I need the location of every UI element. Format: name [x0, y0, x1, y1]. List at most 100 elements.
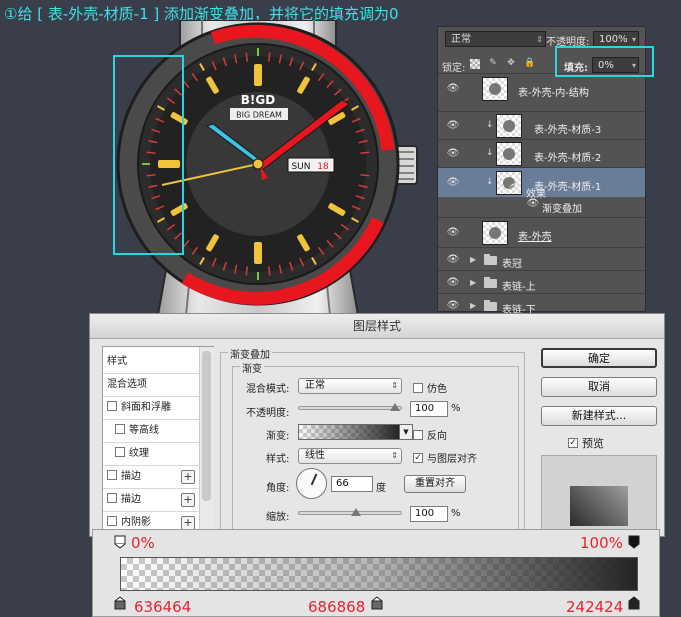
scale-input[interactable]: 100	[410, 506, 448, 522]
preview-box[interactable]: ✓	[568, 438, 578, 448]
cancel-button[interactable]: 取消	[541, 377, 657, 397]
brand-logo: B!GD	[241, 93, 275, 107]
minute-tick	[360, 174, 370, 177]
style-list-label: 内阴影	[121, 517, 151, 528]
align-checkbox[interactable]: ✓ 与图层对齐	[413, 450, 477, 465]
scale-slider-thumb[interactable]	[351, 508, 361, 516]
gradient-bar[interactable]	[120, 557, 638, 591]
layer-thumbnail	[482, 77, 508, 101]
opacity-field[interactable]: 100% ▾	[593, 31, 639, 47]
layer-name: 表链-上	[502, 282, 536, 293]
style-list-label: 描边	[121, 494, 141, 505]
expand-arrow-icon[interactable]: ▶	[470, 301, 476, 310]
layer-thumbnail	[482, 221, 508, 245]
style-list-item[interactable]: 描边 +	[103, 466, 199, 489]
move-icon[interactable]: ✥	[506, 58, 516, 68]
date-window: 18	[317, 162, 329, 172]
ok-button[interactable]: 确定	[541, 348, 657, 368]
hour-marker	[254, 242, 262, 264]
lock-icon[interactable]: 🔒	[524, 58, 535, 68]
dither-checkbox[interactable]: 仿色	[413, 380, 447, 395]
layer-row[interactable]: 👁 ↓ 表-外壳-材质-2	[438, 139, 645, 167]
layer-row[interactable]: 👁 ▶ 表链-上	[438, 270, 645, 293]
effects-eye-icon[interactable]: 👁	[508, 183, 522, 194]
style-label: 样式:	[266, 454, 290, 465]
opacity-stop-right[interactable]	[628, 535, 640, 549]
gradient-swatch[interactable]	[298, 424, 400, 440]
visibility-eye-icon[interactable]: 👁	[446, 300, 460, 311]
gradient-style-select[interactable]: 线性 ⇕	[298, 448, 402, 464]
style-list-item[interactable]: 斜面和浮雕	[103, 397, 199, 420]
scale-slider-track[interactable]	[298, 511, 402, 515]
add-icon[interactable]: +	[181, 516, 195, 530]
style-list-item[interactable]: 等高线	[103, 420, 199, 443]
expand-arrow-icon[interactable]: ▶	[470, 278, 476, 287]
visibility-eye-icon[interactable]: 👁	[446, 277, 460, 288]
style-checkbox[interactable]	[115, 424, 125, 434]
minute-tick	[268, 266, 271, 276]
angle-input[interactable]: 66	[331, 476, 373, 492]
layer-row[interactable]: 👁 表-外壳	[438, 217, 645, 247]
add-icon[interactable]: +	[181, 470, 195, 484]
styles-list: 样式 混合选项 斜面和浮雕 等高线 纹理 描边 + 描边 + 内阴影 +	[102, 346, 214, 536]
style-list-label: 纹理	[129, 448, 149, 459]
layer-row[interactable]: 👁 表-外壳-内-结构	[438, 73, 645, 103]
brush-icon[interactable]: ✎	[488, 58, 498, 68]
style-checkbox[interactable]	[107, 470, 117, 480]
color-stop-right[interactable]	[628, 596, 640, 610]
brand-sub: BIG DREAM	[236, 111, 282, 120]
reverse-box[interactable]	[413, 430, 423, 440]
style-list-item[interactable]: 样式	[103, 351, 199, 374]
style-list-label: 混合选项	[107, 379, 147, 390]
scale-label: 缩放:	[266, 512, 290, 523]
style-list-item[interactable]: 描边 +	[103, 489, 199, 512]
opacity-right-label: 100%	[580, 534, 623, 552]
style-checkbox[interactable]	[107, 493, 117, 503]
style-checkbox[interactable]	[115, 447, 125, 457]
dialog-blend-mode-value: 正常	[305, 380, 325, 391]
clip-arrow-icon: ↓	[486, 120, 494, 130]
style-checkbox[interactable]	[107, 516, 117, 526]
new-style-button[interactable]: 新建样式...	[541, 406, 657, 426]
visibility-eye-icon[interactable]: 👁	[446, 120, 460, 131]
opacity-slider-track[interactable]	[298, 406, 402, 410]
layer-row[interactable]: 👁 效果	[438, 182, 645, 200]
reverse-checkbox[interactable]: 反向	[413, 427, 447, 442]
opacity-slider-thumb[interactable]	[390, 403, 400, 411]
opacity-input[interactable]: 100	[410, 401, 448, 417]
angle-dial[interactable]	[296, 468, 327, 499]
layer-row[interactable]: 👁 ▶ 表冠	[438, 247, 645, 270]
visibility-eye-icon[interactable]: 👁	[446, 254, 460, 265]
style-list-item[interactable]: 纹理	[103, 443, 199, 466]
lock-label: 锁定:	[442, 63, 466, 74]
preview-label: 预览	[582, 437, 604, 450]
color-stop-mid[interactable]	[371, 596, 383, 610]
color-stop-left[interactable]	[114, 596, 126, 610]
visibility-eye-icon[interactable]: 👁	[446, 83, 460, 94]
dither-box[interactable]	[413, 383, 423, 393]
gradient-dropdown-button[interactable]: ▼	[400, 424, 413, 440]
dialog-title: 图层样式	[90, 314, 664, 339]
styles-list-scrollbar[interactable]	[199, 347, 214, 535]
style-checkbox[interactable]	[107, 401, 117, 411]
layer-name: 表-外壳	[518, 232, 552, 243]
blend-mode-select[interactable]: 正常 ⇕	[445, 31, 546, 47]
visibility-eye-icon[interactable]: 👁	[446, 148, 460, 159]
lock-transparency-icon[interactable]	[470, 59, 480, 69]
align-box[interactable]: ✓	[413, 453, 423, 463]
reset-align-button[interactable]: 重置对齐	[404, 475, 466, 493]
opacity-stop-left[interactable]	[114, 535, 126, 549]
layer-name: 表-外壳-内-结构	[518, 88, 589, 99]
expand-arrow-icon[interactable]: ▶	[470, 255, 476, 264]
visibility-eye-icon[interactable]: 👁	[446, 227, 460, 238]
layer-row[interactable]: 👁 渐变叠加	[438, 197, 645, 215]
folder-icon	[484, 254, 497, 265]
effect-eye-icon[interactable]: 👁	[526, 198, 540, 209]
dialog-blend-mode-select[interactable]: 正常 ⇕	[298, 378, 402, 394]
layer-row[interactable]: 👁 ↓ 表-外壳-材质-3	[438, 111, 645, 139]
style-list-label: 斜面和浮雕	[121, 402, 171, 413]
preview-checkbox[interactable]: ✓ 预览	[568, 435, 604, 451]
add-icon[interactable]: +	[181, 493, 195, 507]
angle-label: 角度:	[266, 483, 290, 494]
style-list-item[interactable]: 混合选项	[103, 374, 199, 397]
